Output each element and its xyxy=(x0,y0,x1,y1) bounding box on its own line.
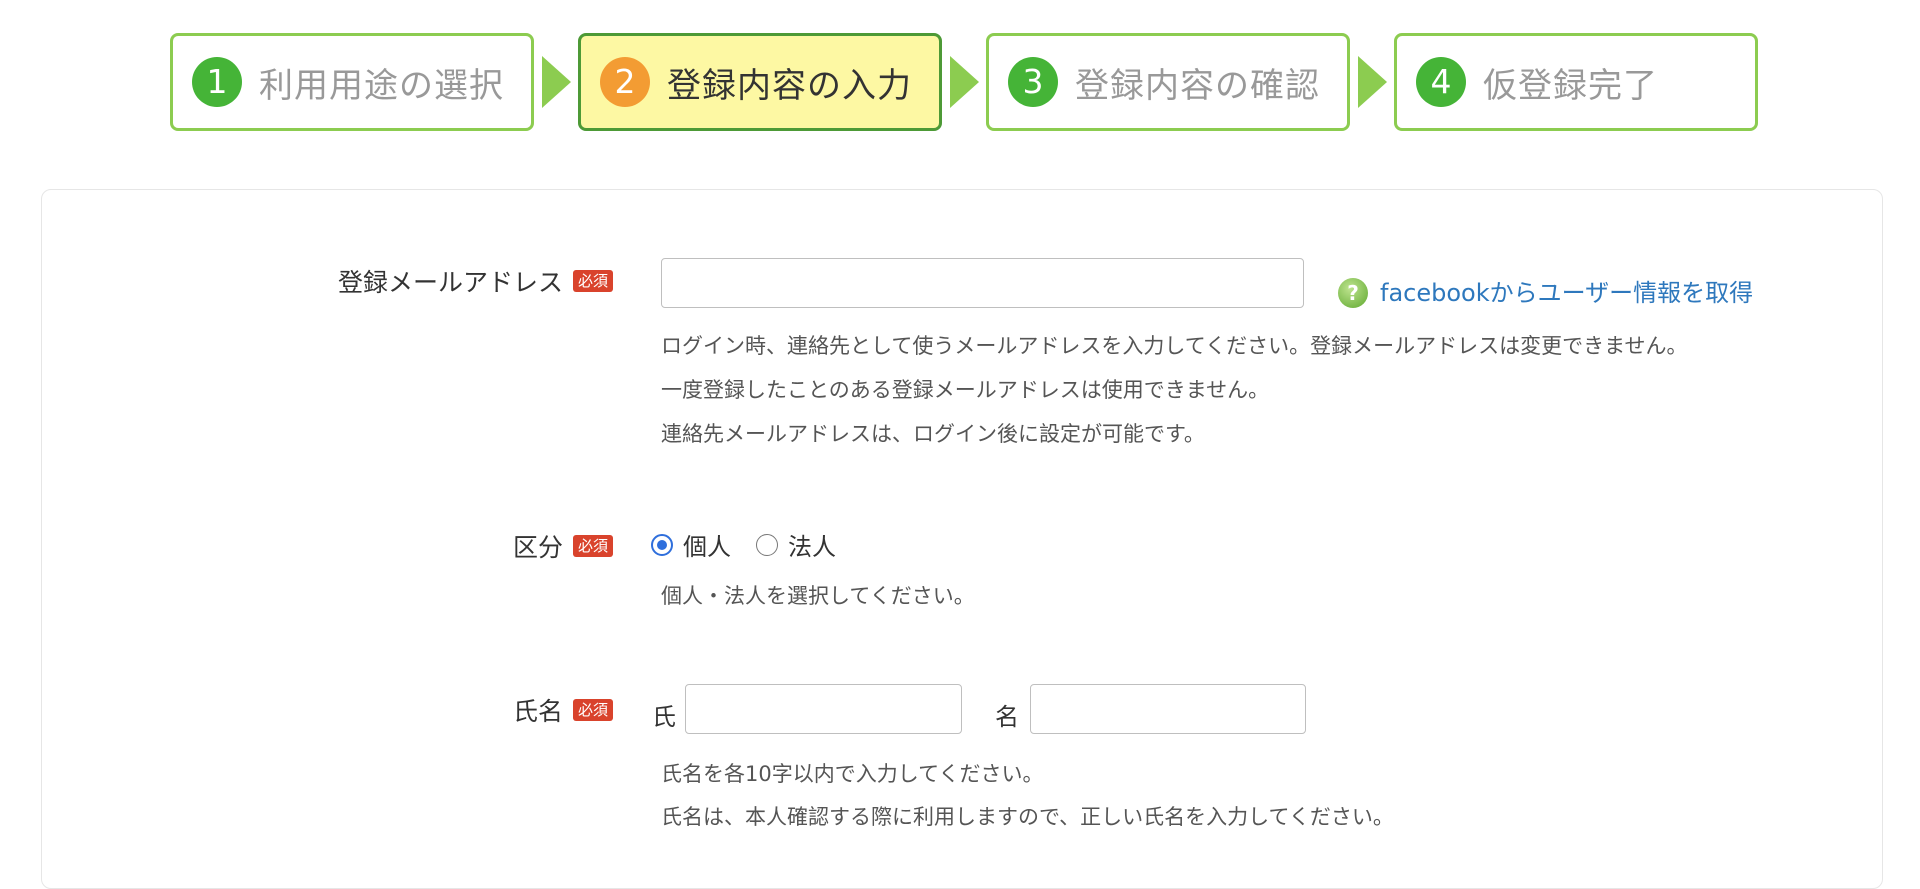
help-icon: ? xyxy=(1338,278,1368,308)
required-badge: 必須 xyxy=(572,270,613,292)
step-arrow-icon xyxy=(1358,56,1387,108)
first-name-prefix: 名 xyxy=(995,703,1019,731)
step-select-usage: 1 利用用途の選択 xyxy=(170,33,534,131)
step-label: 利用用途の選択 xyxy=(259,65,504,106)
radio-corporation-label[interactable]: 法人 xyxy=(788,527,836,562)
required-badge: 必須 xyxy=(572,535,613,557)
email-label: 登録メールアドレス xyxy=(337,268,563,297)
email-label-row: 登録メールアドレス 必須 xyxy=(338,263,613,299)
step-arrow-icon xyxy=(542,56,571,108)
step-number: 3 xyxy=(1008,57,1058,107)
email-input[interactable] xyxy=(661,258,1304,308)
required-badge: 必須 xyxy=(572,699,613,721)
step-confirm-details: 3 登録内容の確認 xyxy=(986,33,1350,131)
registration-stepper: 1 利用用途の選択 2 登録内容の入力 3 登録内容の確認 4 仮登録完了 xyxy=(0,0,1920,140)
step-label: 登録内容の確認 xyxy=(1075,65,1320,106)
email-note: 一度登録したことのある登録メールアドレスは使用できません。 xyxy=(661,378,1270,402)
last-name-input[interactable] xyxy=(685,684,962,734)
category-label-row: 区分 必須 xyxy=(513,528,613,564)
step-provisional-complete: 4 仮登録完了 xyxy=(1394,33,1758,131)
radio-individual[interactable] xyxy=(651,533,673,556)
name-note: 氏名は、本人確認する際に利用しますので、正しい氏名を入力してください。 xyxy=(661,805,1394,829)
step-arrow-icon xyxy=(950,56,979,108)
radio-corporation[interactable] xyxy=(756,533,778,556)
category-note: 個人・法人を選択してください。 xyxy=(661,584,975,608)
step-number: 1 xyxy=(192,57,242,107)
step-number: 4 xyxy=(1416,57,1466,107)
step-label: 仮登録完了 xyxy=(1483,65,1658,106)
name-label-row: 氏名 必須 xyxy=(513,692,613,728)
step-enter-details: 2 登録内容の入力 xyxy=(578,33,942,131)
email-note: ログイン時、連絡先として使うメールアドレスを入力してください。登録メールアドレス… xyxy=(661,334,1688,358)
facebook-import-link[interactable]: ? facebookからユーザー情報を取得 xyxy=(1338,272,1753,308)
last-name-prefix: 氏 xyxy=(652,703,676,731)
radio-individual-label[interactable]: 個人 xyxy=(683,527,731,562)
step-number: 2 xyxy=(600,57,650,107)
category-label: 区分 xyxy=(512,533,563,562)
category-radio-group: 個人 法人 xyxy=(651,527,861,562)
facebook-link-text: facebookからユーザー情報を取得 xyxy=(1380,278,1754,307)
email-note: 連絡先メールアドレスは、ログイン後に設定が可能です。 xyxy=(661,422,1205,446)
first-name-input[interactable] xyxy=(1030,684,1306,734)
name-note: 氏名を各10字以内で入力してください。 xyxy=(661,762,1044,786)
step-label: 登録内容の入力 xyxy=(667,65,912,106)
name-label: 氏名 xyxy=(512,697,563,726)
